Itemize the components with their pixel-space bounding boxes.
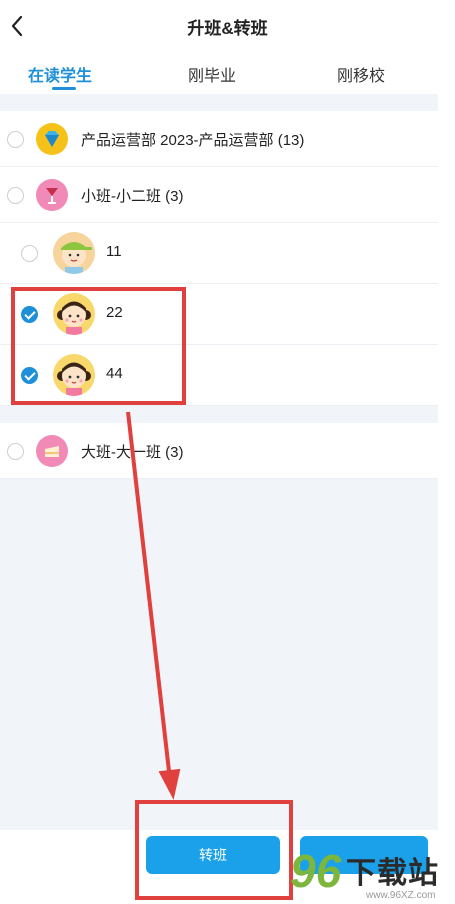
annotation-arrow (126, 411, 181, 800)
watermark-brand: 96 (290, 845, 342, 897)
watermark-logo: 96 下载站 www.96XZ.com (290, 840, 455, 904)
watermark-url: www.96XZ.com (366, 890, 436, 901)
watermark-name: 下载站 (346, 857, 439, 890)
